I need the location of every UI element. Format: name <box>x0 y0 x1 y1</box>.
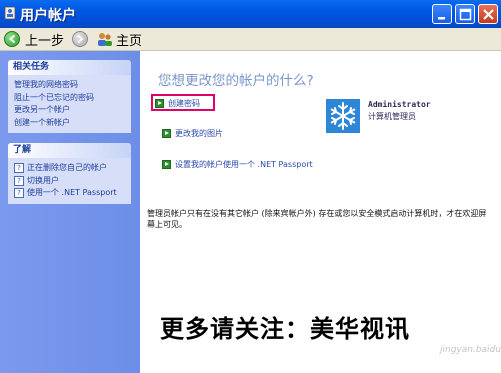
minimize-button[interactable] <box>432 4 452 24</box>
user-accounts-icon <box>4 6 16 20</box>
help-icon: ? <box>14 163 24 174</box>
create-password-link[interactable]: 创建密码 <box>155 98 200 109</box>
close-icon <box>483 9 494 20</box>
learn-link[interactable]: ? 切换用户 <box>14 175 128 188</box>
learn-link[interactable]: ? 使用一个 .NET Passport <box>14 187 128 200</box>
related-task-link[interactable]: 管理我的网络密码 <box>14 79 128 92</box>
user-accounts-window: 用户帐户 上一步 主页 相关任务 管理我的网络密码 阻止一个已忘记的密码 更改另… <box>0 0 501 373</box>
users-icon <box>98 33 112 46</box>
learn-header[interactable]: 了解 <box>8 143 131 158</box>
watermark: jingyan.baidu.com <box>440 345 501 355</box>
forward-button[interactable] <box>72 30 88 48</box>
task-label: 设置我的帐户使用一个 .NET Passport <box>175 160 313 169</box>
snowflake-icon <box>330 102 356 130</box>
window-title: 用户帐户 <box>20 8 76 24</box>
close-button[interactable] <box>478 4 498 24</box>
learn-link-label: 正在删除您自己的帐户 <box>27 163 107 172</box>
minimize-icon <box>438 17 445 20</box>
learn-panel: 了解 ? 正在删除您自己的帐户 ? 切换用户 ? 使用一个 .NET Passport <box>8 143 131 204</box>
learn-link-label: 切换用户 <box>27 175 59 185</box>
back-arrow-icon <box>4 31 20 47</box>
related-task-link[interactable]: 创建一个新帐户 <box>14 117 128 130</box>
home-button[interactable]: 主页 <box>96 30 143 49</box>
toolbar: 上一步 主页 <box>0 28 501 51</box>
maximize-icon <box>459 8 472 21</box>
green-arrow-icon <box>162 160 171 169</box>
related-tasks-header[interactable]: 相关任务 <box>8 60 131 75</box>
task-pane: 相关任务 管理我的网络密码 阻止一个已忘记的密码 更改另一个帐户 创建一个新帐户… <box>0 51 140 373</box>
back-label: 上一步 <box>25 33 65 49</box>
passport-link[interactable]: 设置我的帐户使用一个 .NET Passport <box>162 159 313 170</box>
maximize-button[interactable] <box>455 4 475 24</box>
task-label: 创建密码 <box>168 99 200 108</box>
help-icon: ? <box>14 175 24 186</box>
related-task-link[interactable]: 阻止一个已忘记的密码 <box>14 92 128 105</box>
help-icon: ? <box>14 188 24 199</box>
admin-note: 管理员帐户只有在没有其它帐户 (除来宾帐户外) 存在或您以安全模式启动计算机时，… <box>147 209 487 229</box>
account-name: Administrator <box>368 100 431 109</box>
home-label: 主页 <box>116 33 143 49</box>
title-bar[interactable]: 用户帐户 <box>0 0 501 28</box>
learn-link[interactable]: ? 正在删除您自己的帐户 <box>14 162 128 175</box>
forward-arrow-icon <box>72 31 88 47</box>
green-arrow-icon <box>155 99 164 108</box>
back-button[interactable]: 上一步 <box>4 30 65 49</box>
task-label: 更改我的图片 <box>175 129 223 138</box>
related-task-link[interactable]: 更改另一个帐户 <box>14 104 128 117</box>
main-content: 您想更改您的帐户的什么? 创建密码 更改我的图片 设置我的帐户使用一个 .NET… <box>140 51 501 373</box>
green-arrow-icon <box>162 129 171 138</box>
page-title: 您想更改您的帐户的什么? <box>158 73 314 89</box>
account-role: 计算机管理员 <box>368 112 416 121</box>
account-avatar <box>326 99 360 133</box>
related-tasks-panel: 相关任务 管理我的网络密码 阻止一个已忘记的密码 更改另一个帐户 创建一个新帐户 <box>8 60 131 133</box>
learn-link-label: 使用一个 .NET Passport <box>27 188 117 197</box>
change-picture-link[interactable]: 更改我的图片 <box>162 128 223 139</box>
overlay-caption: 更多请关注：美华视讯 <box>160 314 410 343</box>
